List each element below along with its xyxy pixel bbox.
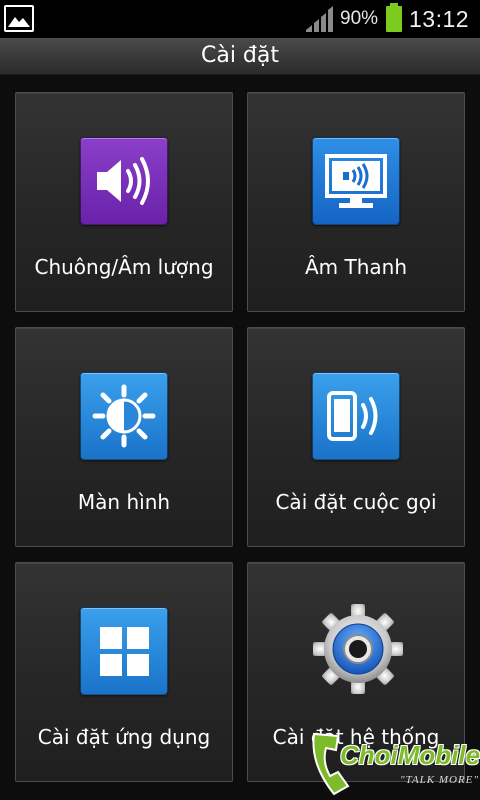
monitor-sound-icon (312, 137, 400, 225)
tile-display[interactable]: Màn hình (15, 327, 233, 547)
tile-app-settings[interactable]: Cài đặt ứng dụng (15, 562, 233, 782)
battery-icon (386, 3, 402, 32)
tile-label: Màn hình (77, 490, 171, 514)
battery-percent: 90% (340, 8, 379, 29)
status-bar: 90% 13:12 (0, 0, 480, 38)
tile-label: Âm Thanh (304, 255, 408, 279)
tile-call-settings[interactable]: Cài đặt cuộc gọi (247, 327, 465, 547)
tile-label: Cài đặt ứng dụng (37, 725, 211, 749)
tile-label: Cài đặt cuộc gọi (275, 490, 437, 514)
tile-label: Chuông/Âm lượng (34, 255, 214, 279)
tile-sound[interactable]: Âm Thanh (247, 92, 465, 312)
page-title: Cài đặt (200, 43, 280, 68)
brightness-icon (80, 372, 168, 460)
watermark-brand: ChoiMobile (340, 740, 480, 770)
speaker-volume-icon (80, 137, 168, 225)
tile-ringtone-volume[interactable]: Chuông/Âm lượng (15, 92, 233, 312)
phone-call-icon (312, 372, 400, 460)
clock: 13:12 (409, 6, 470, 32)
watermark-tagline: "TALK MORE" (400, 774, 480, 786)
title-bar: Cài đặt (0, 38, 480, 75)
gallery-notification-icon (4, 5, 34, 32)
gear-icon (313, 604, 403, 694)
signal-strength-icon (306, 6, 333, 32)
apps-grid-icon (80, 607, 168, 695)
